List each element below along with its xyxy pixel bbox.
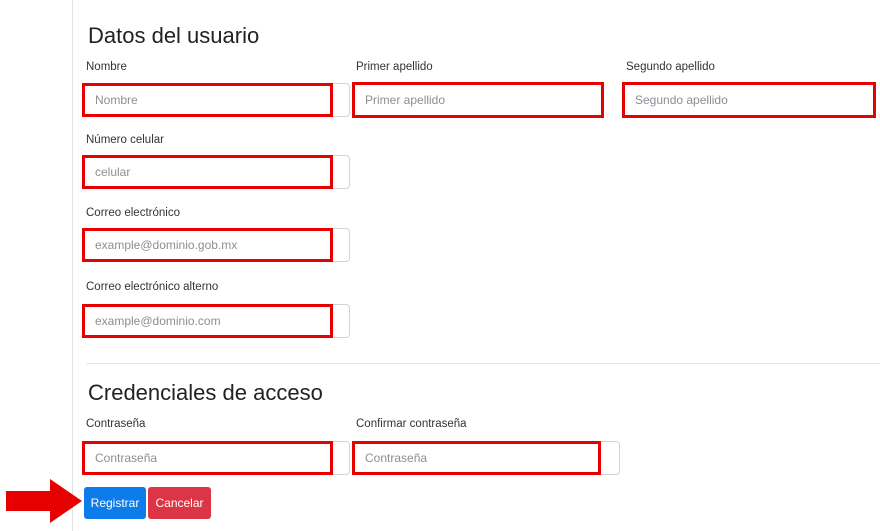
right-arrow-icon — [6, 479, 82, 523]
confirm-password-input[interactable] — [352, 441, 601, 475]
confirm-password-label: Confirmar contraseña — [356, 418, 467, 430]
correo-input[interactable] — [82, 228, 333, 262]
section-divider — [86, 363, 880, 364]
segundo-apellido-input[interactable] — [622, 82, 876, 118]
segundo-apellido-field-group — [622, 82, 876, 118]
correo-alterno-label: Correo electrónico alterno — [86, 281, 219, 293]
password-field-group — [82, 441, 350, 475]
register-button[interactable]: Registrar — [84, 487, 146, 519]
nombre-field-group — [82, 83, 350, 117]
content-left-border — [72, 0, 73, 531]
password-input[interactable] — [82, 441, 333, 475]
correo-field-group — [82, 228, 350, 262]
primer-apellido-input[interactable] — [352, 82, 604, 118]
correo-label: Correo electrónico — [86, 207, 180, 219]
celular-input[interactable] — [82, 155, 333, 189]
correo-alterno-field-group — [82, 304, 350, 338]
celular-field-group — [82, 155, 350, 189]
confirm-password-field-group — [352, 441, 620, 475]
primer-apellido-label: Primer apellido — [356, 61, 433, 73]
nombre-input[interactable] — [82, 83, 333, 117]
cancel-button[interactable]: Cancelar — [148, 487, 211, 519]
correo-alterno-input[interactable] — [82, 304, 333, 338]
celular-label: Número celular — [86, 134, 164, 146]
user-section-title: Datos del usuario — [88, 23, 260, 48]
primer-apellido-field-group — [352, 82, 604, 118]
credentials-section-title: Credenciales de acceso — [88, 380, 323, 405]
segundo-apellido-label: Segundo apellido — [626, 61, 715, 73]
nombre-label: Nombre — [86, 61, 127, 73]
password-label: Contraseña — [86, 418, 146, 430]
